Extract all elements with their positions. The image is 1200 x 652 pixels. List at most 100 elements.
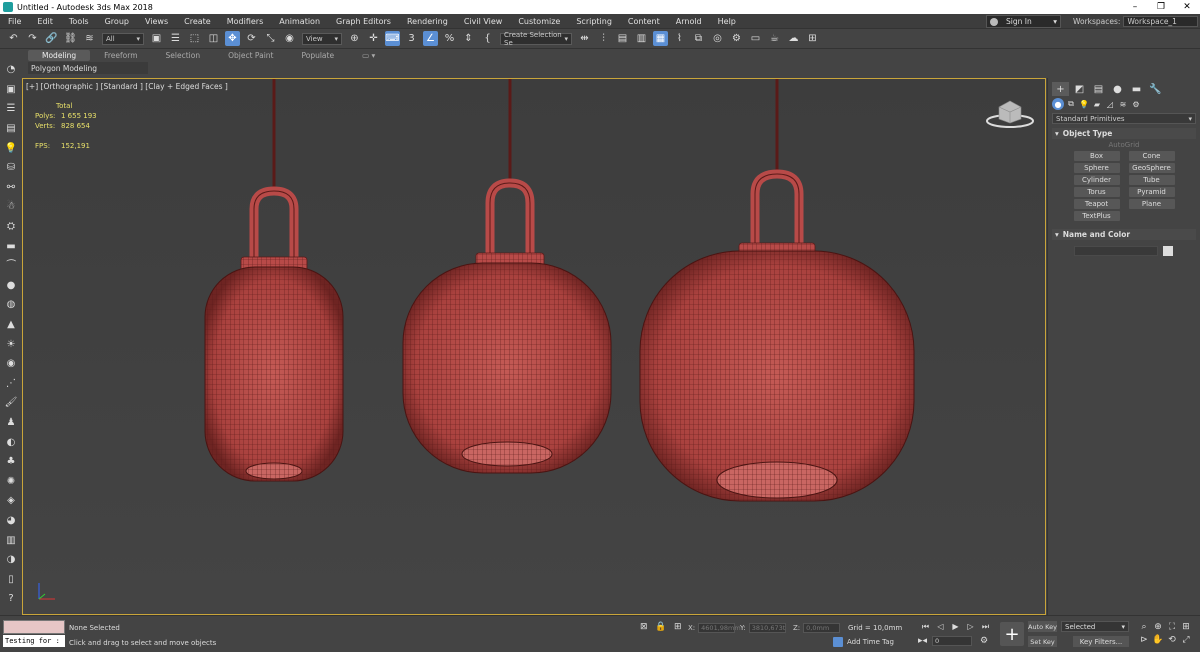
tube-button[interactable]: Tube	[1128, 175, 1175, 185]
material-editor-icon[interactable]: ◎	[710, 31, 725, 46]
add-time-tag-button[interactable]: Add Time Tag	[833, 637, 894, 647]
play-icon[interactable]: ▶	[948, 621, 963, 632]
object-type-rollout[interactable]: ▾ Object Type	[1052, 128, 1196, 139]
bind-space-warp-icon[interactable]: ≋	[82, 31, 97, 46]
close-button[interactable]: ✕	[1174, 2, 1200, 12]
plane-button[interactable]: Plane	[1128, 199, 1175, 209]
next-frame-icon[interactable]: ▷	[963, 621, 978, 632]
perspective-viewport[interactable]: [+] [Orthographic ] [Standard ] [Clay + …	[22, 78, 1046, 615]
helpers-icon[interactable]: ◿	[1104, 98, 1116, 110]
globe-icon[interactable]: ◐	[4, 435, 18, 449]
tab-selection[interactable]: Selection	[152, 50, 215, 61]
toggle-ribbon-icon[interactable]: ▦	[653, 31, 668, 46]
scene-explorer-icon[interactable]: ▤	[4, 122, 18, 136]
previous-frame-icon[interactable]: ◁	[933, 621, 948, 632]
help-icon[interactable]: ?	[4, 592, 18, 606]
create-tab-icon[interactable]: +	[1052, 82, 1069, 96]
maxscript-mini-listener[interactable]: Testing for :	[3, 635, 65, 647]
curve-editor-icon[interactable]: ⌇	[672, 31, 687, 46]
cone-button[interactable]: Cone	[1128, 151, 1175, 161]
sign-in-button[interactable]: Sign In ▾	[986, 15, 1061, 28]
snaps-toggle-icon[interactable]: 3	[404, 31, 419, 46]
space-warps-icon[interactable]: ≋	[1117, 98, 1129, 110]
menu-create[interactable]: Create	[176, 17, 219, 26]
unlink-icon[interactable]: ⛓	[63, 31, 78, 46]
menu-tools[interactable]: Tools	[61, 17, 97, 26]
geosphere-icon[interactable]: ◍	[4, 298, 18, 312]
zoom-extents-all-icon[interactable]: ⊞	[1179, 620, 1193, 633]
pan-icon[interactable]: ✋	[1151, 633, 1165, 646]
biped-icon[interactable]: ☃	[4, 200, 18, 214]
menu-civil-view[interactable]: Civil View	[456, 17, 511, 26]
cameras-icon[interactable]: ▰	[1091, 98, 1103, 110]
menu-animation[interactable]: Animation	[271, 17, 328, 26]
move-icon[interactable]: ✥	[225, 31, 240, 46]
menu-edit[interactable]: Edit	[29, 17, 61, 26]
tab-modeling[interactable]: Modeling	[28, 50, 91, 61]
object-color-swatch[interactable]	[1163, 246, 1173, 256]
edit-named-selection-icon[interactable]: {	[480, 31, 495, 46]
ribbon-options-icon[interactable]: ▭ ▾	[348, 50, 389, 61]
selection-lock-icon[interactable]: 🔒	[655, 622, 666, 632]
sunlight-icon[interactable]: ✺	[4, 474, 18, 488]
ball-icon[interactable]: ◉	[4, 357, 18, 371]
lantern-small[interactable]	[204, 79, 344, 482]
menu-graph-editors[interactable]: Graph Editors	[328, 17, 399, 26]
menu-scripting[interactable]: Scripting	[568, 17, 620, 26]
keyboard-shortcut-override-icon[interactable]: ⌨	[385, 31, 400, 46]
select-object-icon[interactable]: ▣	[149, 31, 164, 46]
a360-gallery-icon[interactable]: ⊞	[805, 31, 820, 46]
selection-filter-dropdown[interactable]: All ▾	[102, 32, 144, 45]
pyramid-button[interactable]: Pyramid	[1128, 187, 1175, 197]
lights-icon[interactable]: 💡	[1078, 98, 1090, 110]
hair-icon[interactable]: ⋰	[4, 376, 18, 390]
box-icon[interactable]: ▬	[4, 239, 18, 253]
people-icon[interactable]: ♟	[4, 415, 18, 429]
toggle-scene-explorer-icon[interactable]: ▤	[615, 31, 630, 46]
plant-icon[interactable]: ♣	[4, 455, 18, 469]
link-icon[interactable]: ⚯	[4, 180, 18, 194]
tab-populate[interactable]: Populate	[287, 50, 348, 61]
render-setup-icon[interactable]: ⚙	[729, 31, 744, 46]
sun-icon[interactable]: ☀	[4, 337, 18, 351]
render-in-cloud-icon[interactable]: ☁	[786, 31, 801, 46]
rendered-frame-window-icon[interactable]: ▭	[748, 31, 763, 46]
render-production-icon[interactable]: ☕	[767, 31, 782, 46]
menu-customize[interactable]: Customize	[510, 17, 568, 26]
maxscript-listener-output[interactable]	[3, 620, 65, 634]
auto-key-button[interactable]: Auto Key	[1028, 621, 1057, 632]
rectangular-selection-icon[interactable]: ⬚	[187, 31, 202, 46]
current-frame-field[interactable]: 0	[932, 636, 972, 646]
ribbon-panel-title[interactable]: Polygon Modeling	[28, 62, 148, 74]
menu-modifiers[interactable]: Modifiers	[219, 17, 272, 26]
sphere-button[interactable]: Sphere	[1073, 163, 1120, 173]
box-button[interactable]: Box	[1073, 151, 1120, 161]
field-of-view-icon[interactable]: ⊳	[1137, 633, 1151, 646]
maximize-viewport-icon[interactable]: ⤢	[1179, 633, 1193, 646]
go-to-start-icon[interactable]: ⏮	[918, 621, 933, 632]
x-value-field[interactable]: 4601,98mm	[698, 623, 741, 633]
container-icon[interactable]: ⛁	[4, 161, 18, 175]
mirror-icon[interactable]: ⇹	[577, 31, 592, 46]
lantern-medium[interactable]	[402, 79, 612, 474]
material-ball-icon[interactable]: ◕	[4, 513, 18, 527]
percent-snap-icon[interactable]: %	[442, 31, 457, 46]
undo-icon[interactable]: ↶	[6, 31, 21, 46]
tape-icon[interactable]: ▯	[4, 572, 18, 586]
key-mode-toggle-icon[interactable]: ▸◂	[918, 636, 927, 646]
name-and-color-rollout[interactable]: ▾ Name and Color	[1052, 229, 1196, 240]
hierarchy-tab-icon[interactable]: ▤	[1090, 82, 1107, 96]
cone-icon[interactable]: ▲	[4, 318, 18, 332]
zoom-all-icon[interactable]: ⊕	[1151, 620, 1165, 633]
viewcube-icon[interactable]	[985, 97, 1035, 131]
cylinder-button[interactable]: Cylinder	[1073, 175, 1120, 185]
scale-icon[interactable]: ⤡	[263, 31, 278, 46]
sphere-icon[interactable]: ●	[4, 278, 18, 292]
reference-coordinate-dropdown[interactable]: View ▾	[302, 32, 342, 45]
menu-views[interactable]: Views	[137, 17, 176, 26]
menu-rendering[interactable]: Rendering	[399, 17, 456, 26]
window-crossing-icon[interactable]: ◫	[206, 31, 221, 46]
pivot-center-icon[interactable]: ⊕	[347, 31, 362, 46]
layer-list-icon[interactable]: ☰	[4, 102, 18, 116]
workspace-value[interactable]: Workspace_1	[1123, 16, 1199, 27]
